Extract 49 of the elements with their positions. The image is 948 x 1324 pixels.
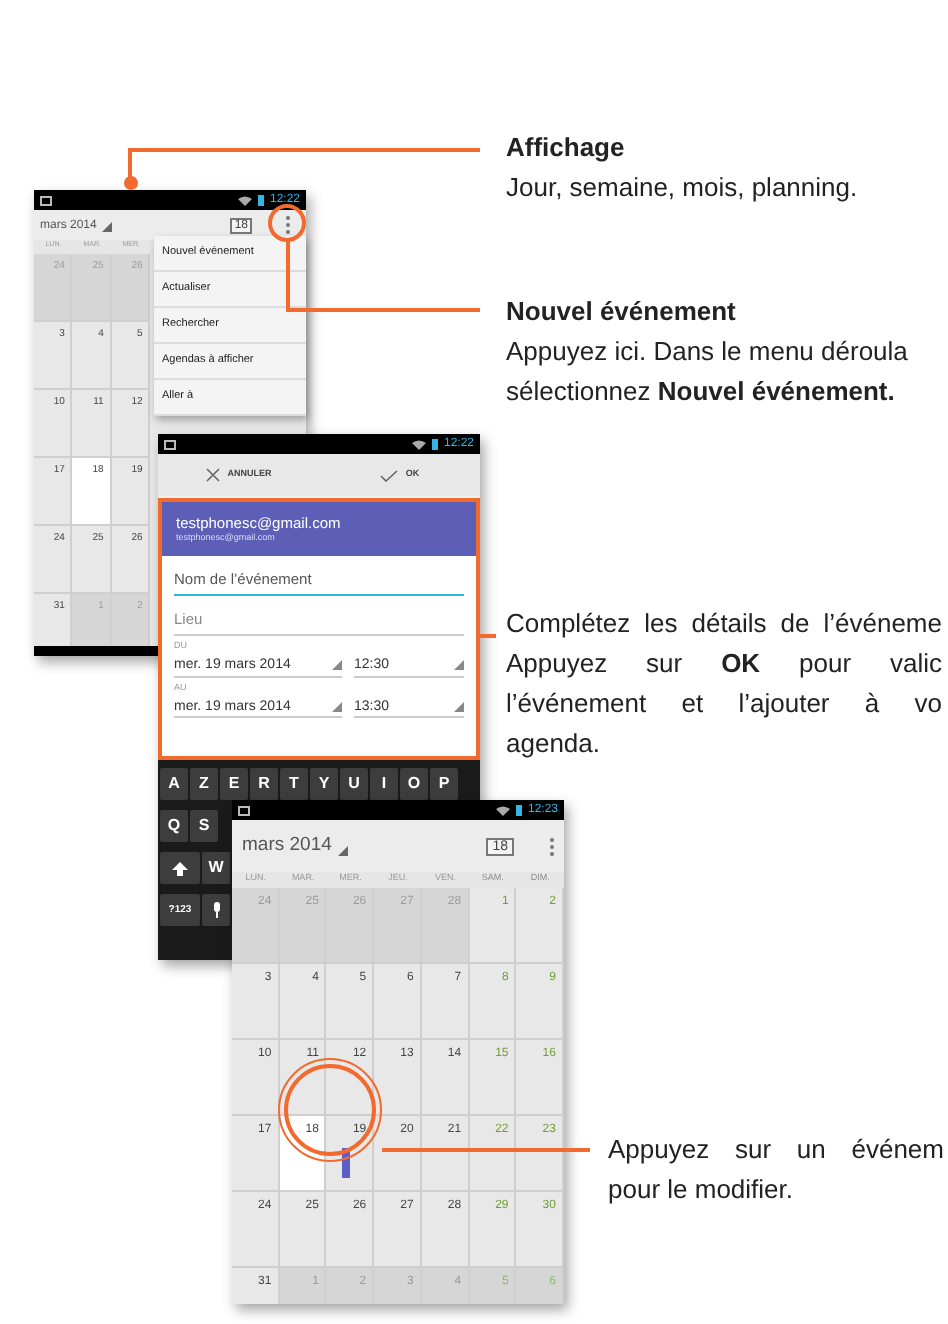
dropdown-corner-icon: [454, 701, 464, 711]
image-icon: [238, 805, 250, 815]
keyboard-key[interactable]: I: [370, 768, 398, 800]
callout-text: l’événement et l’ajouter à vo: [506, 686, 942, 722]
callout-text: agenda.: [506, 726, 602, 762]
double-ring-outline: [278, 1058, 382, 1162]
battery-icon: [431, 438, 438, 450]
callout-text: Appuyez sur un événem: [608, 1132, 944, 1168]
callout-title: Nouvel événement: [506, 294, 738, 330]
battery-icon: [257, 194, 264, 206]
check-icon: [379, 469, 398, 481]
microphone-icon: [211, 902, 221, 918]
keyboard-key[interactable]: U: [340, 768, 368, 800]
wifi-icon: [495, 805, 510, 815]
keyboard-key[interactable]: O: [400, 768, 428, 800]
keyboard-key[interactable]: Y: [310, 768, 338, 800]
callout-text: Complétez les détails de l’événeme: [506, 606, 942, 642]
image-icon: [40, 195, 52, 205]
month-title[interactable]: mars 2014: [242, 836, 332, 856]
callout-text: sélectionnez Nouvel événement.: [506, 374, 897, 410]
keyboard-key[interactable]: P: [430, 768, 458, 800]
dropdown-icon: [337, 845, 348, 856]
shift-key[interactable]: [160, 852, 200, 884]
wifi-icon: [237, 195, 252, 205]
keyboard-key[interactable]: S: [190, 810, 218, 842]
keyboard-key[interactable]: T: [280, 768, 308, 800]
battery-icon: [515, 804, 522, 816]
keyboard-key[interactable]: Z: [190, 768, 218, 800]
dropdown-corner-icon: [454, 660, 464, 670]
dropdown-corner-icon: [332, 660, 342, 670]
callout-text: Appuyez ici. Dans le menu déroula: [506, 334, 908, 370]
keyboard-key[interactable]: R: [250, 768, 278, 800]
dropdown-icon: [102, 221, 113, 231]
event-bar[interactable]: [342, 1148, 351, 1178]
keyboard-key[interactable]: Q: [160, 810, 188, 842]
callout-text: Appuyez sur OK pour valic: [506, 646, 942, 682]
callout-text: pour le modifier.: [608, 1172, 795, 1208]
dropdown-corner-icon: [332, 701, 342, 711]
shift-arrow-icon: [172, 861, 188, 875]
callout-text: Jour, semaine, mois, planning.: [506, 170, 858, 206]
callout-title: Affichage: [506, 130, 627, 166]
image-icon: [164, 439, 176, 449]
keyboard-key[interactable]: A: [160, 768, 188, 800]
highlight-ring: [268, 204, 306, 242]
keyboard-key[interactable]: E: [220, 768, 248, 800]
wifi-icon: [411, 439, 426, 449]
microphone-key[interactable]: [202, 894, 230, 926]
close-icon: [205, 468, 220, 482]
keyboard-key[interactable]: W: [202, 852, 230, 884]
